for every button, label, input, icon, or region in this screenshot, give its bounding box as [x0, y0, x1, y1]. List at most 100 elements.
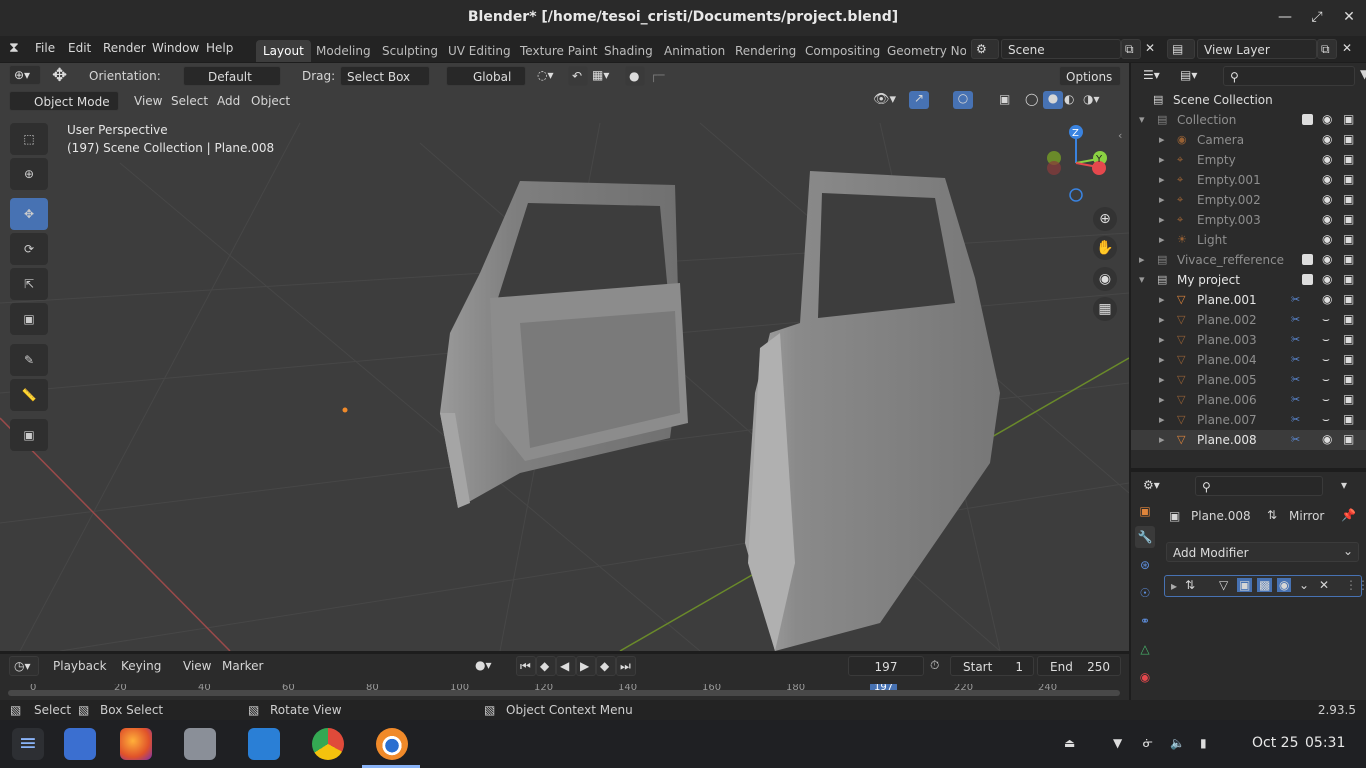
- outliner-editor-type-icon[interactable]: ☰▾: [1139, 66, 1169, 86]
- modifier-wrench-icon[interactable]: ✂: [1291, 333, 1300, 346]
- render-camera-icon[interactable]: ▣: [1343, 112, 1354, 126]
- desktop-icon[interactable]: [64, 728, 96, 760]
- modifier-wrench-icon[interactable]: ✂: [1291, 413, 1300, 426]
- outliner-row[interactable]: ▸ ▽ Plane.008 ✂ ◉ ▣: [1131, 430, 1366, 450]
- next-keyframe-icon[interactable]: ◆: [596, 656, 616, 676]
- render-camera-icon[interactable]: ▣: [1343, 352, 1354, 366]
- add-modifier-dropdown[interactable]: Add Modifier: [1166, 542, 1359, 562]
- disclosure-arrow-icon[interactable]: ▸: [1159, 373, 1165, 386]
- annotate-tool-icon[interactable]: ✎: [10, 344, 48, 376]
- outliner-search-input[interactable]: ⚲: [1223, 66, 1355, 86]
- visibility-eye-icon[interactable]: ◉: [1322, 292, 1332, 306]
- disclosure-arrow-icon[interactable]: ▸: [1159, 313, 1165, 326]
- properties-search-input[interactable]: ⚲: [1195, 476, 1323, 496]
- battery-icon[interactable]: ▮: [1200, 736, 1207, 750]
- render-camera-icon[interactable]: ◉: [1277, 578, 1292, 592]
- tab-modifier-wrench-icon[interactable]: 🔧: [1135, 526, 1155, 548]
- timeline-scrollbar[interactable]: [8, 690, 1120, 696]
- visibility-eye-icon[interactable]: ◉: [1322, 132, 1332, 146]
- render-camera-icon[interactable]: ▣: [1343, 392, 1354, 406]
- door-mesh-1[interactable]: [440, 181, 688, 508]
- new-view-layer-icon[interactable]: ⧉: [1317, 39, 1337, 59]
- outliner-row[interactable]: ▸ ▤ Vivace_refference ◉ ▣: [1131, 250, 1366, 270]
- tab-animation[interactable]: Animation: [657, 40, 732, 62]
- start-frame-field[interactable]: Start 1: [950, 656, 1034, 676]
- outliner-row[interactable]: ▾ ▤ Collection ◉ ▣: [1131, 110, 1366, 130]
- collection-checkbox[interactable]: [1302, 254, 1313, 265]
- chrome-icon[interactable]: [312, 728, 344, 760]
- modifier-wrench-icon[interactable]: ✂: [1291, 353, 1300, 366]
- orientation-dropdown[interactable]: Default: [183, 66, 281, 86]
- mirror-modifier-panel[interactable]: ▸ ⇅ ▽ ▣ ▩ ◉ ⌄ ✕ ⋮⋮: [1164, 575, 1366, 597]
- timeline-menu-view[interactable]: View: [183, 659, 211, 673]
- menu-window[interactable]: Window: [152, 41, 199, 55]
- tab-material-icon[interactable]: ◉: [1135, 666, 1155, 688]
- cursor-tool-icon[interactable]: ⊕: [10, 158, 48, 190]
- outliner-row[interactable]: ▸ ⌖ Empty.001 ◉ ▣: [1131, 170, 1366, 190]
- tab-layout[interactable]: Layout: [256, 40, 311, 62]
- tab-shading[interactable]: Shading: [597, 40, 660, 62]
- door-mesh-2[interactable]: [745, 171, 1000, 651]
- disclosure-arrow-icon[interactable]: ▸: [1159, 193, 1165, 206]
- measure-tool-icon[interactable]: 📏: [10, 379, 48, 411]
- wireframe-shading-icon[interactable]: ◯: [1025, 92, 1038, 106]
- modifier-wrench-icon[interactable]: ✂: [1291, 293, 1300, 306]
- options-dropdown[interactable]: Options: [1059, 66, 1121, 86]
- pin-icon[interactable]: 📌: [1341, 508, 1356, 522]
- collection-checkbox[interactable]: [1302, 274, 1313, 285]
- timeline-menu-keying[interactable]: Keying: [121, 659, 161, 673]
- solid-shading-icon[interactable]: ●: [1043, 91, 1063, 109]
- edit-mode-icon[interactable]: ▣: [1237, 578, 1253, 592]
- tab-particles-icon[interactable]: ⊛: [1135, 554, 1155, 576]
- timeline-editor-type-icon[interactable]: ◷▾: [9, 656, 39, 676]
- visibility-eye-icon[interactable]: ⌣: [1322, 372, 1330, 387]
- gizmo-toggle-icon[interactable]: ↗: [909, 91, 929, 109]
- taskbar-date[interactable]: Oct 25: [1252, 735, 1298, 751]
- scene-browse-icon[interactable]: ⚙: [971, 39, 999, 59]
- filter-icon[interactable]: ▼: [1360, 67, 1366, 81]
- scale-tool-icon[interactable]: ⇱: [10, 268, 48, 300]
- render-camera-icon[interactable]: ▣: [1343, 172, 1354, 186]
- visibility-eye-icon[interactable]: ◉: [1322, 272, 1332, 286]
- outliner-row[interactable]: ▸ ▽ Plane.004 ✂ ⌣ ▣: [1131, 350, 1366, 370]
- display-mode-icon[interactable]: ▤▾: [1176, 66, 1206, 86]
- firefox-icon[interactable]: [120, 728, 152, 760]
- timeline-editor[interactable]: ◷▾ Playback Keying View Marker ●▾ ⏮ ◆ ◀ …: [0, 654, 1129, 700]
- bluetooth-icon[interactable]: ᓃ: [1143, 736, 1153, 750]
- object-mode-dropdown[interactable]: Object Mode: [9, 91, 119, 111]
- modifier-wrench-icon[interactable]: ✂: [1291, 393, 1300, 406]
- visibility-icon[interactable]: 👁▾: [873, 92, 896, 107]
- timeline-menu-playback[interactable]: Playback: [53, 659, 107, 673]
- visibility-eye-icon[interactable]: ◉: [1322, 172, 1332, 186]
- outliner-root-row[interactable]: ▤ Scene Collection: [1131, 90, 1366, 110]
- pan-hand-icon[interactable]: ✋: [1093, 236, 1117, 260]
- disclosure-arrow-icon[interactable]: ▸: [1159, 133, 1165, 146]
- transform-tool-icon[interactable]: ▣: [10, 303, 48, 335]
- close-icon[interactable]: ✕: [1340, 9, 1358, 27]
- zoom-icon[interactable]: ⊕: [1093, 207, 1117, 231]
- disclosure-arrow-icon[interactable]: ▸: [1159, 173, 1165, 186]
- menu-edit[interactable]: Edit: [68, 41, 91, 55]
- tab-geometry-nodes[interactable]: Geometry Nod: [880, 40, 966, 62]
- outliner-row[interactable]: ▾ ▤ My project ◉ ▣: [1131, 270, 1366, 290]
- software-store-icon[interactable]: [248, 728, 280, 760]
- disclosure-arrow-icon[interactable]: ▸: [1159, 153, 1165, 166]
- record-icon[interactable]: ●▾: [470, 656, 506, 676]
- rotate-tool-icon[interactable]: ⟳: [10, 233, 48, 265]
- viewport-menu-add[interactable]: Add: [217, 94, 240, 108]
- tab-modeling[interactable]: Modeling: [309, 40, 378, 62]
- eject-icon[interactable]: ⏏: [1064, 736, 1075, 750]
- new-scene-icon[interactable]: ⧉: [1121, 39, 1141, 59]
- drag-dropdown[interactable]: Select Box: [340, 66, 430, 86]
- add-cube-tool-icon[interactable]: ▣: [10, 419, 48, 451]
- outliner-row[interactable]: ▸ ⌖ Empty.002 ◉ ▣: [1131, 190, 1366, 210]
- disclosure-arrow-icon[interactable]: ▸: [1159, 293, 1165, 306]
- viewport-menu-object[interactable]: Object: [251, 94, 290, 108]
- tab-texture-paint[interactable]: Texture Paint: [513, 40, 604, 62]
- play-reverse-icon[interactable]: ◀: [556, 656, 576, 676]
- modifier-wrench-icon[interactable]: ✂: [1291, 373, 1300, 386]
- expand-icon[interactable]: ▸: [1171, 579, 1177, 593]
- disclosure-arrow-icon[interactable]: ▾: [1139, 113, 1145, 126]
- end-frame-field[interactable]: End 250: [1037, 656, 1121, 676]
- overlay-toggle-icon[interactable]: ○: [953, 91, 973, 109]
